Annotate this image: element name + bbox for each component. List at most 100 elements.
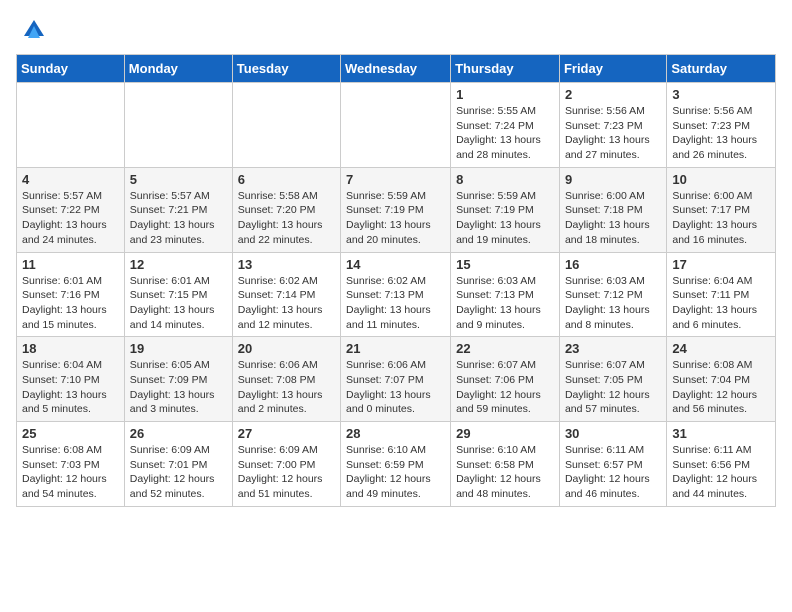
col-wednesday: Wednesday (341, 55, 451, 83)
day-number: 11 (22, 257, 119, 272)
cell-content: Sunrise: 5:59 AM Sunset: 7:19 PM Dayligh… (346, 189, 445, 248)
table-row: 15 Sunrise: 6:03 AM Sunset: 7:13 PM Dayli… (451, 252, 560, 337)
cell-content: Sunrise: 6:07 AM Sunset: 7:06 PM Dayligh… (456, 358, 554, 417)
col-saturday: Saturday (667, 55, 776, 83)
calendar-week-row: 4 Sunrise: 5:57 AM Sunset: 7:22 PM Daylig… (17, 167, 776, 252)
day-number: 6 (238, 172, 335, 187)
day-number: 22 (456, 341, 554, 356)
cell-content: Sunrise: 6:02 AM Sunset: 7:14 PM Dayligh… (238, 274, 335, 333)
day-number: 24 (672, 341, 770, 356)
logo-icon (20, 16, 48, 44)
day-number: 31 (672, 426, 770, 441)
cell-content: Sunrise: 6:10 AM Sunset: 6:59 PM Dayligh… (346, 443, 445, 502)
day-number: 1 (456, 87, 554, 102)
day-number: 21 (346, 341, 445, 356)
table-row (17, 83, 125, 168)
cell-content: Sunrise: 6:05 AM Sunset: 7:09 PM Dayligh… (130, 358, 227, 417)
cell-content: Sunrise: 6:01 AM Sunset: 7:16 PM Dayligh… (22, 274, 119, 333)
cell-content: Sunrise: 6:03 AM Sunset: 7:13 PM Dayligh… (456, 274, 554, 333)
cell-content: Sunrise: 6:00 AM Sunset: 7:18 PM Dayligh… (565, 189, 661, 248)
calendar-week-row: 18 Sunrise: 6:04 AM Sunset: 7:10 PM Dayli… (17, 337, 776, 422)
day-number: 25 (22, 426, 119, 441)
col-sunday: Sunday (17, 55, 125, 83)
table-row: 7Sunrise: 5:59 AM Sunset: 7:19 PM Daylig… (341, 167, 451, 252)
table-row: 13 Sunrise: 6:02 AM Sunset: 7:14 PM Dayli… (232, 252, 340, 337)
table-row (232, 83, 340, 168)
cell-content: Sunrise: 6:04 AM Sunset: 7:11 PM Dayligh… (672, 274, 770, 333)
day-number: 27 (238, 426, 335, 441)
table-row: 20Sunrise: 6:06 AM Sunset: 7:08 PM Dayli… (232, 337, 340, 422)
table-row: 16Sunrise: 6:03 AM Sunset: 7:12 PM Dayli… (559, 252, 666, 337)
cell-content: Sunrise: 6:00 AM Sunset: 7:17 PM Dayligh… (672, 189, 770, 248)
day-number: 2 (565, 87, 661, 102)
cell-content: Sunrise: 5:58 AM Sunset: 7:20 PM Dayligh… (238, 189, 335, 248)
cell-content: Sunrise: 6:02 AM Sunset: 7:13 PM Dayligh… (346, 274, 445, 333)
table-row: 25 Sunrise: 6:08 AM Sunset: 7:03 PM Dayli… (17, 422, 125, 507)
table-row: 24 Sunrise: 6:08 AM Sunset: 7:04 PM Dayli… (667, 337, 776, 422)
table-row: 19 Sunrise: 6:05 AM Sunset: 7:09 PM Dayli… (124, 337, 232, 422)
cell-content: Sunrise: 6:07 AM Sunset: 7:05 PM Dayligh… (565, 358, 661, 417)
day-number: 4 (22, 172, 119, 187)
table-row: 26 Sunrise: 6:09 AM Sunset: 7:01 PM Dayli… (124, 422, 232, 507)
day-number: 26 (130, 426, 227, 441)
cell-content: Sunrise: 5:55 AM Sunset: 7:24 PM Dayligh… (456, 104, 554, 163)
table-row: 10 Sunrise: 6:00 AM Sunset: 7:17 PM Dayli… (667, 167, 776, 252)
table-row: 21Sunrise: 6:06 AM Sunset: 7:07 PM Dayli… (341, 337, 451, 422)
day-number: 13 (238, 257, 335, 272)
table-row (124, 83, 232, 168)
day-number: 8 (456, 172, 554, 187)
logo (16, 16, 48, 44)
day-number: 20 (238, 341, 335, 356)
cell-content: Sunrise: 5:56 AM Sunset: 7:23 PM Dayligh… (565, 104, 661, 163)
cell-content: Sunrise: 6:08 AM Sunset: 7:04 PM Dayligh… (672, 358, 770, 417)
table-row: 14 Sunrise: 6:02 AM Sunset: 7:13 PM Dayli… (341, 252, 451, 337)
table-row: 18 Sunrise: 6:04 AM Sunset: 7:10 PM Dayli… (17, 337, 125, 422)
calendar-header-row: Sunday Monday Tuesday Wednesday Thursday… (17, 55, 776, 83)
col-thursday: Thursday (451, 55, 560, 83)
col-monday: Monday (124, 55, 232, 83)
cell-content: Sunrise: 6:09 AM Sunset: 7:01 PM Dayligh… (130, 443, 227, 502)
day-number: 30 (565, 426, 661, 441)
day-number: 10 (672, 172, 770, 187)
table-row: 31 Sunrise: 6:11 AM Sunset: 6:56 PM Dayli… (667, 422, 776, 507)
table-row: 6 Sunrise: 5:58 AM Sunset: 7:20 PM Daylig… (232, 167, 340, 252)
cell-content: Sunrise: 5:57 AM Sunset: 7:21 PM Dayligh… (130, 189, 227, 248)
table-row: 28 Sunrise: 6:10 AM Sunset: 6:59 PM Dayli… (341, 422, 451, 507)
day-number: 14 (346, 257, 445, 272)
table-row: 22 Sunrise: 6:07 AM Sunset: 7:06 PM Dayli… (451, 337, 560, 422)
calendar-week-row: 25 Sunrise: 6:08 AM Sunset: 7:03 PM Dayli… (17, 422, 776, 507)
day-number: 28 (346, 426, 445, 441)
table-row: 30 Sunrise: 6:11 AM Sunset: 6:57 PM Dayli… (559, 422, 666, 507)
day-number: 12 (130, 257, 227, 272)
cell-content: Sunrise: 5:56 AM Sunset: 7:23 PM Dayligh… (672, 104, 770, 163)
table-row: 2 Sunrise: 5:56 AM Sunset: 7:23 PM Daylig… (559, 83, 666, 168)
cell-content: Sunrise: 5:59 AM Sunset: 7:19 PM Dayligh… (456, 189, 554, 248)
day-number: 3 (672, 87, 770, 102)
day-number: 19 (130, 341, 227, 356)
cell-content: Sunrise: 6:11 AM Sunset: 6:57 PM Dayligh… (565, 443, 661, 502)
cell-content: Sunrise: 6:04 AM Sunset: 7:10 PM Dayligh… (22, 358, 119, 417)
cell-content: Sunrise: 6:11 AM Sunset: 6:56 PM Dayligh… (672, 443, 770, 502)
cell-content: Sunrise: 6:08 AM Sunset: 7:03 PM Dayligh… (22, 443, 119, 502)
table-row (341, 83, 451, 168)
cell-content: Sunrise: 5:57 AM Sunset: 7:22 PM Dayligh… (22, 189, 119, 248)
cell-content: Sunrise: 6:09 AM Sunset: 7:00 PM Dayligh… (238, 443, 335, 502)
table-row: 8 Sunrise: 5:59 AM Sunset: 7:19 PM Daylig… (451, 167, 560, 252)
day-number: 15 (456, 257, 554, 272)
table-row: 3 Sunrise: 5:56 AM Sunset: 7:23 PM Daylig… (667, 83, 776, 168)
table-row: 11 Sunrise: 6:01 AM Sunset: 7:16 PM Dayli… (17, 252, 125, 337)
table-row: 29Sunrise: 6:10 AM Sunset: 6:58 PM Dayli… (451, 422, 560, 507)
table-row: 4 Sunrise: 5:57 AM Sunset: 7:22 PM Daylig… (17, 167, 125, 252)
day-number: 9 (565, 172, 661, 187)
day-number: 5 (130, 172, 227, 187)
day-number: 18 (22, 341, 119, 356)
calendar-week-row: 11 Sunrise: 6:01 AM Sunset: 7:16 PM Dayli… (17, 252, 776, 337)
day-number: 17 (672, 257, 770, 272)
table-row: 9 Sunrise: 6:00 AM Sunset: 7:18 PM Daylig… (559, 167, 666, 252)
day-number: 23 (565, 341, 661, 356)
calendar-table: Sunday Monday Tuesday Wednesday Thursday… (16, 54, 776, 507)
table-row: 17 Sunrise: 6:04 AM Sunset: 7:11 PM Dayli… (667, 252, 776, 337)
page-header (16, 16, 776, 44)
table-row: 12Sunrise: 6:01 AM Sunset: 7:15 PM Dayli… (124, 252, 232, 337)
table-row: 5 Sunrise: 5:57 AM Sunset: 7:21 PM Daylig… (124, 167, 232, 252)
